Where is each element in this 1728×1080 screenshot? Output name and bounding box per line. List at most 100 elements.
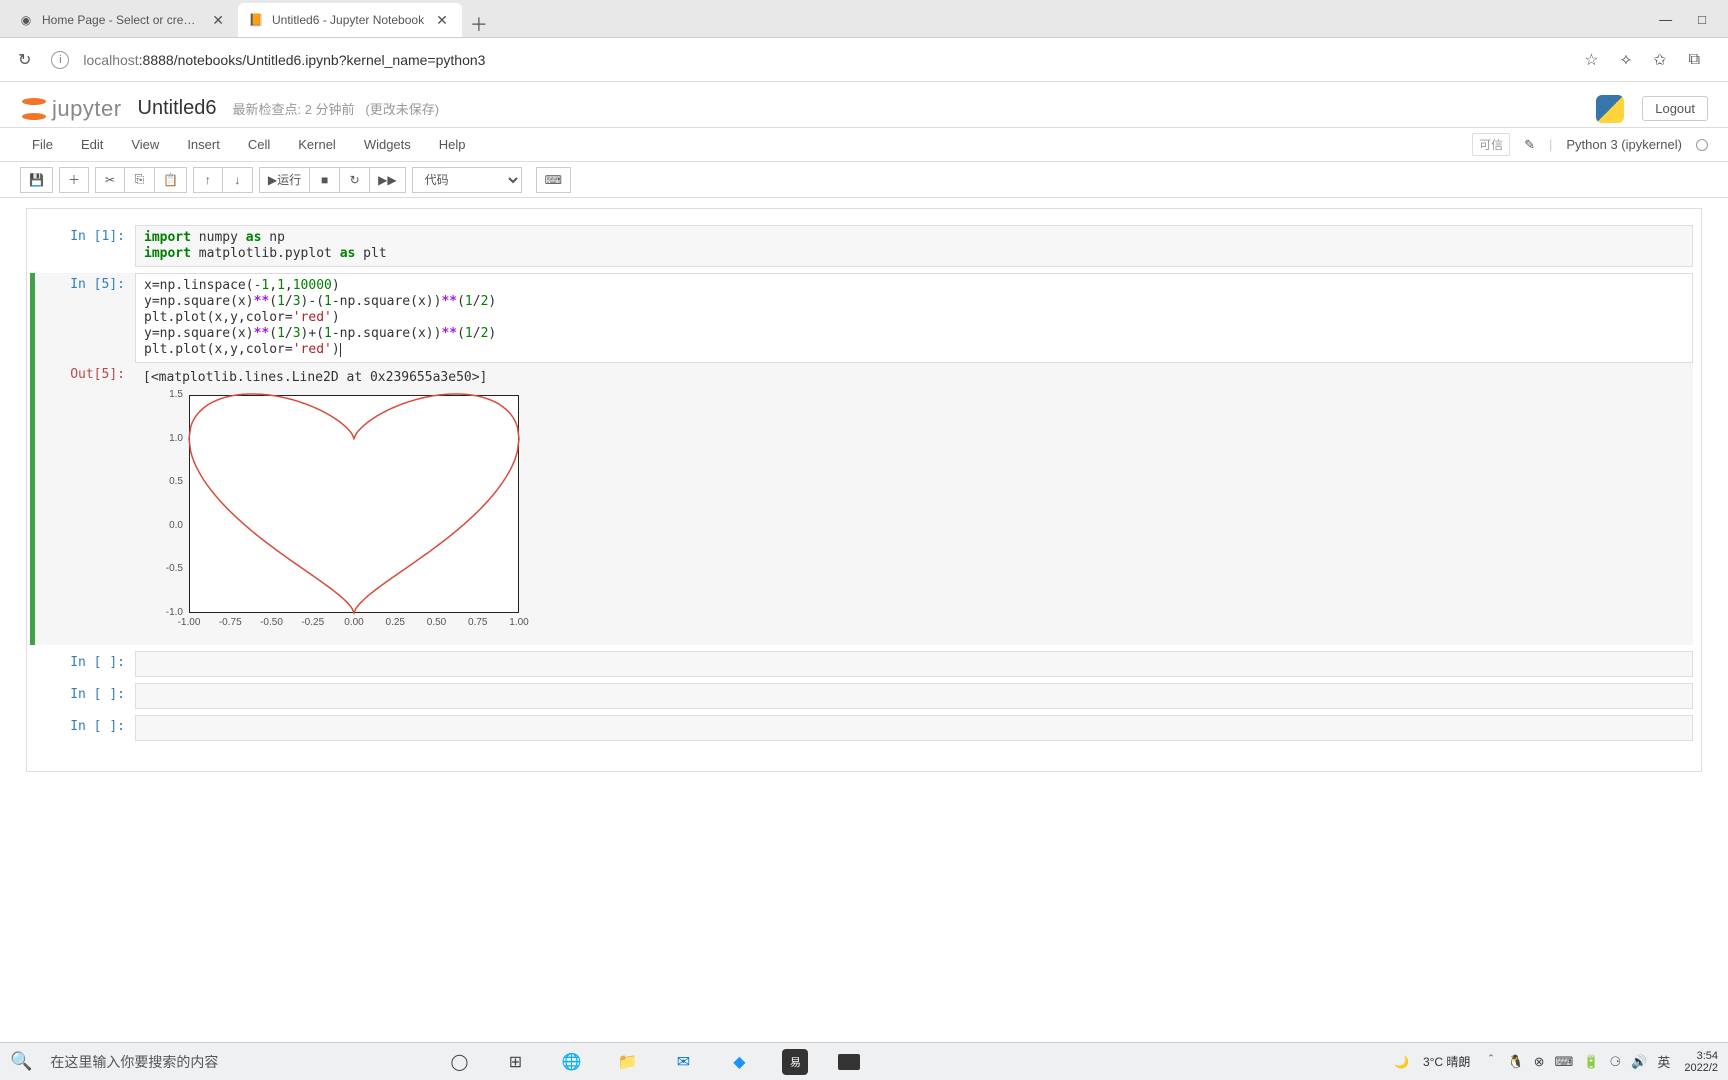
notebook-container: In [1]: import numpy as np import matplo… [26,208,1702,772]
code-cell-empty[interactable]: In [ ]: [35,715,1693,741]
window-controls: — □ [1637,0,1728,38]
url-host: localhost [83,52,138,68]
code-cell-selected[interactable]: In [5]: x=np.linspace(-1,1,10000) y=np.s… [30,273,1693,645]
browser-tab-notebook[interactable]: 📙 Untitled6 - Jupyter Notebook ✕ [238,3,462,37]
code-input[interactable] [135,683,1693,709]
refresh-icon[interactable]: ↻ [18,50,31,70]
menu-edit[interactable]: Edit [69,131,115,158]
output-text: [<matplotlib.lines.Line2D at 0x239655a3e… [143,370,487,385]
task-view-icon[interactable]: ⊞ [502,1049,528,1075]
search-icon[interactable]: 🔍 [10,1051,32,1072]
command-palette-button[interactable]: ⌨ [536,167,571,193]
edge-icon[interactable]: 🌐 [558,1049,584,1075]
edit-icon[interactable]: ✎ [1524,137,1535,153]
favorites-icon[interactable]: ✩ [1653,50,1666,70]
menu-insert[interactable]: Insert [175,131,232,158]
jupyter-logo[interactable]: jupyter [20,95,122,123]
cell-type-select[interactable]: 代码 [412,167,522,193]
code-input[interactable] [135,715,1693,741]
run-button[interactable]: ▶ 运行 [259,167,310,193]
paste-button[interactable]: 📋 [155,167,187,193]
code-cell-empty[interactable]: In [ ]: [35,651,1693,677]
close-icon[interactable]: ✕ [208,12,228,29]
menu-kernel[interactable]: Kernel [286,131,348,158]
browser-tab-strip: ◉ Home Page - Select or create a n ✕ 📙 U… [0,0,1728,38]
save-button[interactable]: 💾 [20,167,53,193]
jupyter-menubar: File Edit View Insert Cell Kernel Widget… [0,128,1728,162]
notebook-favicon-icon: 📙 [248,12,264,28]
code-input[interactable]: import numpy as np import matplotlib.pyp… [135,225,1693,267]
restart-run-all-button[interactable]: ▶▶ [370,167,405,193]
tray-chevron-icon[interactable]: ＾ [1484,1052,1497,1071]
code-input[interactable]: x=np.linspace(-1,1,10000) y=np.square(x)… [135,273,1693,363]
input-prompt: In [1]: [35,225,135,267]
wifi-icon[interactable]: ⚆ [1609,1054,1621,1070]
code-input[interactable] [135,651,1693,677]
weather-icon[interactable]: 🌙 [1394,1055,1409,1069]
move-up-button[interactable]: ↑ [193,167,223,193]
code-cell[interactable]: In [1]: import numpy as np import matplo… [35,225,1693,267]
mail-icon[interactable]: ✉ [670,1049,696,1075]
tab-title: Home Page - Select or create a n [42,13,200,27]
ime-badge[interactable]: 英 [1657,1052,1670,1071]
cortana-icon[interactable]: ◯ [446,1049,472,1075]
explorer-icon[interactable]: 📁 [614,1049,640,1075]
browser-tab-home[interactable]: ◉ Home Page - Select or create a n ✕ [8,3,238,37]
add-cell-button[interactable]: ＋ [59,167,89,193]
minimize-button[interactable]: — [1659,12,1672,27]
address-bar[interactable]: i localhost:8888/notebooks/Untitled6.ipy… [51,51,1564,69]
app-icon[interactable]: 易 [782,1049,808,1075]
menu-list: File Edit View Insert Cell Kernel Widget… [20,131,478,158]
taskbar-search-input[interactable]: 在这里输入你要搜索的内容 [50,1052,218,1072]
terminal-icon[interactable] [838,1054,860,1070]
extensions-icon[interactable]: ⟡ [1621,51,1632,69]
browser-toolbar: ↻ i localhost:8888/notebooks/Untitled6.i… [0,38,1728,82]
move-down-button[interactable]: ↓ [223,167,253,193]
tray-icon[interactable]: ⌨ [1555,1054,1574,1070]
jupyter-header: jupyter Untitled6 最新检查点: 2 分钟前 (更改未保存) L… [0,82,1728,128]
logout-button[interactable]: Logout [1642,96,1708,121]
menu-file[interactable]: File [20,131,65,158]
menu-cell[interactable]: Cell [236,131,282,158]
code-cell-empty[interactable]: In [ ]: [35,683,1693,709]
input-prompt: In [ ]: [35,683,135,709]
jupyter-logo-text: jupyter [52,96,122,122]
new-tab-button[interactable]: ＋ [462,11,496,37]
matplotlib-plot: -1.0-0.50.00.51.01.5 -1.00-0.75-0.50-0.2… [143,389,523,641]
notebook-title[interactable]: Untitled6 [138,97,217,120]
maximize-button[interactable]: □ [1698,12,1706,27]
windows-taskbar: 🔍 在这里输入你要搜索的内容 ◯ ⊞ 🌐 📁 ✉ ◆ 易 🌙 3°C 晴朗 ＾ … [0,1042,1728,1080]
tray-icon[interactable]: 🐧 [1507,1054,1523,1070]
site-info-icon[interactable]: i [51,51,69,69]
tray-icon[interactable]: ⊗ [1534,1054,1545,1070]
taskbar-clock[interactable]: 3:54 2022/2 [1684,1050,1718,1074]
kernel-status-icon [1696,139,1708,151]
python-icon [1596,95,1624,123]
jupyter-toolbar: 💾 ＋ ✂ ⎘ 📋 ↑ ↓ ▶ 运行 ■ ↻ ▶▶ 代码 ⌨ [0,162,1728,198]
cut-button[interactable]: ✂ [95,167,125,193]
close-icon[interactable]: ✕ [432,12,452,29]
volume-icon[interactable]: 🔊 [1631,1054,1647,1070]
menu-widgets[interactable]: Widgets [352,131,423,158]
input-prompt: In [5]: [35,273,135,645]
checkpoint-label: 最新检查点: 2 分钟前 (更改未保存) [232,99,439,118]
app-icon[interactable]: ◆ [726,1049,752,1075]
collections-icon[interactable]: ⧉ [1689,51,1700,69]
star-icon[interactable]: ☆ [1584,50,1598,70]
input-prompt: In [ ]: [35,715,135,741]
kernel-name[interactable]: Python 3 (ipykernel) [1566,137,1682,152]
interrupt-button[interactable]: ■ [310,167,340,193]
weather-text[interactable]: 3°C 晴朗 [1423,1053,1470,1070]
tab-title: Untitled6 - Jupyter Notebook [272,13,424,27]
trusted-badge[interactable]: 可信 [1472,133,1510,156]
output-prompt: Out[5]: [35,363,135,386]
restart-button[interactable]: ↻ [340,167,370,193]
input-prompt: In [ ]: [35,651,135,677]
url-path: :8888/notebooks/Untitled6.ipynb?kernel_n… [139,52,486,68]
battery-icon[interactable]: 🔋 [1583,1054,1599,1070]
copy-button[interactable]: ⎘ [125,167,155,193]
jupyter-logo-icon [20,95,48,123]
tab-favicon-icon: ◉ [18,12,34,28]
menu-view[interactable]: View [119,131,171,158]
menu-help[interactable]: Help [427,131,478,158]
